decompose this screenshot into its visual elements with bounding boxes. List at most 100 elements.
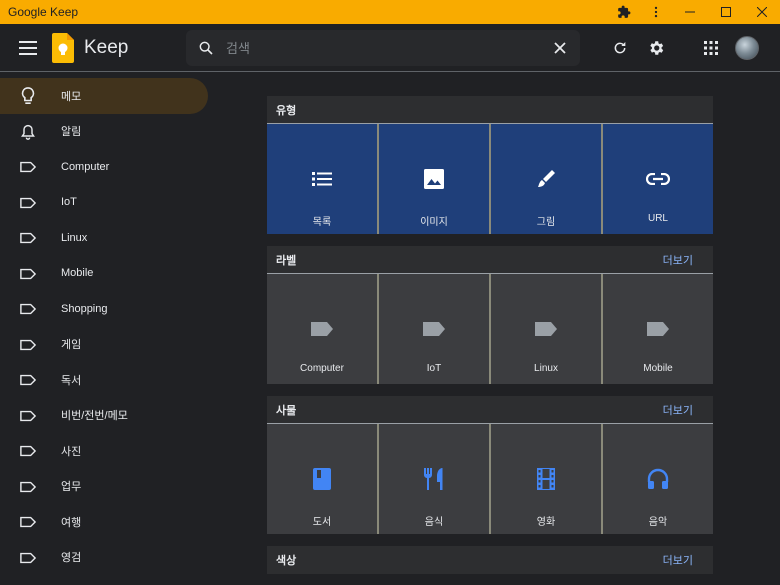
sidebar-item-label-reading[interactable]: 독서 [0,362,210,398]
search-icon[interactable] [186,30,226,66]
menu-icon[interactable] [16,36,40,60]
colors-section-header: 색상 더보기 [267,546,713,574]
type-section: 유형 목록 이미지 그림 URL [267,96,713,234]
section-title: 사물 [276,404,297,417]
maximize-button[interactable] [708,0,744,24]
sidebar-item-label: 메모 [61,90,82,103]
sidebar-item-label-game[interactable]: 게임 [0,327,210,363]
sidebar-item-label-passwords[interactable]: 비번/전번/메모 [0,398,210,434]
close-window-button[interactable] [744,0,780,24]
app-header: Keep [0,24,780,72]
sidebar-item-label: Computer [61,160,110,173]
search-input[interactable] [226,40,540,56]
label-icon [18,548,38,568]
settings-gear-icon[interactable] [644,36,668,60]
labels-more-link[interactable]: 더보기 [663,252,693,268]
sidebar-item-notes[interactable]: 메모 [0,78,208,114]
label-icon [18,264,38,284]
section-title: 라벨 [276,254,297,267]
labels-section-header: 라벨 더보기 [267,246,713,274]
sidebar-item-label-kendo[interactable]: 영검 [0,540,210,576]
label-tile-mobile[interactable]: Mobile [603,274,713,384]
sidebar-item-label: 비번/전번/메모 [61,410,128,423]
refresh-icon[interactable] [608,36,632,60]
list-icon [310,167,334,191]
label-icon [18,370,38,390]
headphones-icon [646,467,670,491]
things-more-link[interactable]: 더보기 [663,402,693,418]
sidebar-item-label: Linux [61,231,88,244]
label-icon [534,317,558,341]
type-tile-drawing[interactable]: 그림 [491,124,603,234]
things-section: 사물 더보기 도서 음식 영화 음악 [267,396,713,534]
type-tile-url[interactable]: URL [603,124,713,234]
sidebar-item-label: 독서 [61,374,82,387]
movie-icon [534,467,558,491]
sidebar-item-label-travel[interactable]: 여행 [0,504,210,540]
window-title: Google Keep [8,5,79,19]
sidebar: 메모 알림 Computer IoT Linux Mobile Shopping… [0,78,210,575]
link-icon [646,167,670,191]
type-tile-image[interactable]: 이미지 [379,124,491,234]
image-icon [422,167,446,191]
type-tiles: 목록 이미지 그림 URL [267,124,713,234]
tile-label: 음악 [648,517,668,528]
label-icon [18,406,38,426]
account-avatar[interactable] [735,36,759,60]
thing-tile-movies[interactable]: 영화 [491,424,603,534]
sidebar-item-label: 사진 [61,445,82,458]
keep-logo-icon[interactable] [52,33,74,63]
apps-grid-icon[interactable] [699,36,723,60]
label-icon [310,317,334,341]
colors-section: 색상 더보기 [267,546,713,574]
label-icon [646,317,670,341]
minimize-button[interactable] [672,0,708,24]
search-bar[interactable] [186,30,580,66]
labels-section: 라벨 더보기 Computer IoT Linux Mobile [267,246,713,384]
tile-label: URL [647,213,668,224]
extensions-puzzle-icon[interactable] [608,0,640,24]
label-icon [18,299,38,319]
tile-label: Computer [300,363,344,374]
clear-search-icon[interactable] [540,30,580,66]
sidebar-item-label: Shopping [61,302,108,315]
thing-tile-books[interactable]: 도서 [267,424,379,534]
thing-tile-food[interactable]: 음식 [379,424,491,534]
sidebar-item-reminders[interactable]: 알림 [0,114,210,150]
label-icon [18,512,38,532]
brush-icon [534,167,558,191]
sidebar-item-label-mobile[interactable]: Mobile [0,256,210,292]
label-icon [18,335,38,355]
type-tile-list[interactable]: 목록 [267,124,379,234]
label-icon [18,228,38,248]
sidebar-item-label-shopping[interactable]: Shopping [0,291,210,327]
thing-tile-music[interactable]: 음악 [603,424,713,534]
tile-label: 이미지 [420,217,448,228]
search-filter-panel: 유형 목록 이미지 그림 URL 라벨 더보기 Computer IoT Lin… [267,96,713,585]
sidebar-item-label: 게임 [61,339,82,352]
sidebar-item-label: 업무 [61,481,82,494]
more-vert-icon[interactable] [640,0,672,24]
tile-label: 그림 [536,217,556,228]
tile-label: 음식 [424,517,444,528]
things-section-header: 사물 더보기 [267,396,713,424]
label-tile-iot[interactable]: IoT [379,274,491,384]
colors-more-link[interactable]: 더보기 [663,552,693,568]
sidebar-item-label-linux[interactable]: Linux [0,220,210,256]
sidebar-item-label: Mobile [61,267,94,280]
tile-label: 영화 [536,517,556,528]
label-icon [18,157,38,177]
sidebar-item-label: IoT [61,196,77,209]
type-section-header: 유형 [267,96,713,124]
section-title: 유형 [276,104,297,117]
label-icon [18,193,38,213]
sidebar-item-label-computer[interactable]: Computer [0,149,210,185]
label-tile-computer[interactable]: Computer [267,274,379,384]
sidebar-item-label-photos[interactable]: 사진 [0,433,210,469]
book-icon [310,467,334,491]
thing-tiles: 도서 음식 영화 음악 [267,424,713,534]
sidebar-item-label-work[interactable]: 업무 [0,469,210,505]
sidebar-item-label-iot[interactable]: IoT [0,185,210,221]
app-name[interactable]: Keep [84,37,128,59]
label-tile-linux[interactable]: Linux [491,274,603,384]
